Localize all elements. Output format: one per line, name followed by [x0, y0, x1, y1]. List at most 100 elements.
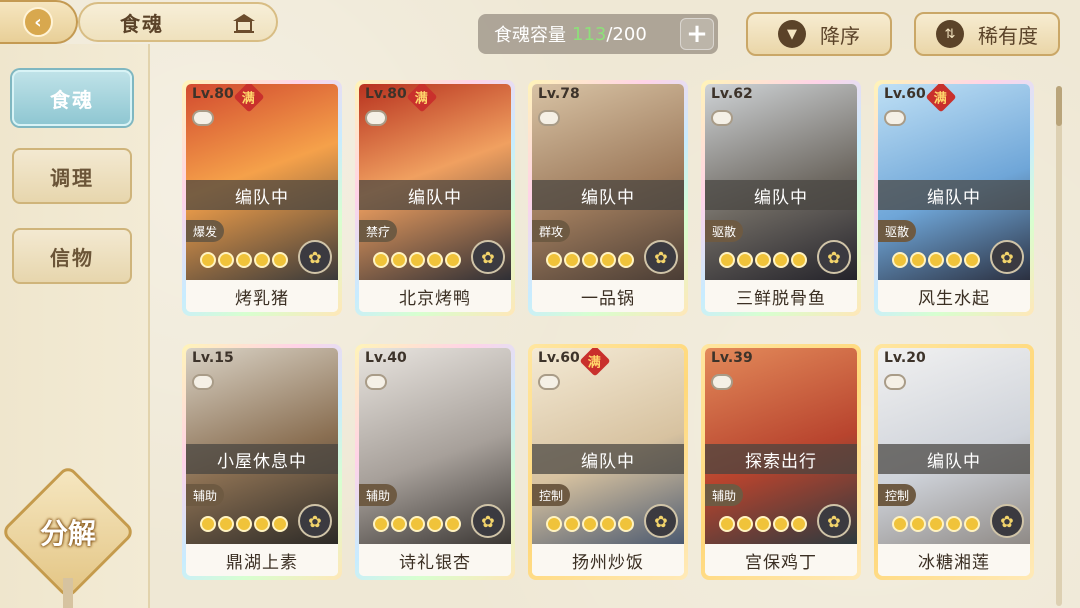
card-name: 扬州炒饭: [532, 544, 684, 576]
card-role-badge: 辅助: [359, 484, 397, 506]
sort-order-button[interactable]: ▼ 降序: [746, 12, 892, 56]
food-soul-card[interactable]: Lv.80 满 编队中 爆发 ✿ 烤乳猪: [182, 80, 342, 316]
sort-rarity-button[interactable]: ⇅ 稀有度: [914, 12, 1060, 56]
card-role-badge: 辅助: [705, 484, 743, 506]
card-inner: Lv.20 编队中 控制 ✿ 冰糖湘莲: [878, 348, 1030, 576]
star-icon: [218, 252, 234, 268]
card-level: Lv.62: [711, 86, 753, 102]
card-inner: Lv.60 满 编队中 驱散 ✿ 风生水起: [878, 84, 1030, 312]
star-rating: [200, 252, 288, 268]
card-inner: Lv.15 小屋休息中 辅助 ✿ 鼎湖上素: [186, 348, 338, 576]
chat-bubble-icon: [711, 110, 733, 126]
card-name: 风生水起: [878, 280, 1030, 312]
card-inner: Lv.62 编队中 驱散 ✿ 三鲜脱骨鱼: [705, 84, 857, 312]
skill-emblem-icon: ✿: [471, 240, 505, 274]
food-soul-card[interactable]: Lv.60 满 编队中 驱散 ✿ 风生水起: [874, 80, 1034, 316]
star-icon: [254, 252, 270, 268]
star-icon: [254, 516, 270, 532]
sort-arrows-icon: ⇅: [936, 20, 964, 48]
pavilion-icon[interactable]: [232, 12, 256, 34]
tab-token[interactable]: 信物: [12, 228, 132, 284]
card-name: 三鲜脱骨鱼: [705, 280, 857, 312]
chat-bubble-icon: [192, 374, 214, 390]
star-icon: [427, 252, 443, 268]
star-icon: [582, 516, 598, 532]
star-icon: [791, 252, 807, 268]
card-role-badge: 辅助: [186, 484, 224, 506]
star-rating: [719, 516, 807, 532]
star-icon: [719, 252, 735, 268]
star-rating: [373, 516, 461, 532]
food-soul-card[interactable]: Lv.39 探索出行 辅助 ✿ 宫保鸡丁: [701, 344, 861, 580]
card-inner: Lv.80 满 编队中 爆发 ✿ 烤乳猪: [186, 84, 338, 312]
capacity-max: /200: [606, 23, 647, 45]
star-icon: [236, 252, 252, 268]
chat-bubble-icon: [365, 374, 387, 390]
add-capacity-button[interactable]: +: [680, 18, 714, 50]
capacity-display: 食魂容量 113 /200 +: [478, 14, 718, 54]
food-soul-card[interactable]: Lv.15 小屋休息中 辅助 ✿ 鼎湖上素: [182, 344, 342, 580]
star-icon: [391, 516, 407, 532]
star-icon: [618, 516, 634, 532]
star-icon: [755, 252, 771, 268]
title-bar: 食魂: [78, 2, 278, 42]
star-icon: [546, 516, 562, 532]
card-level: Lv.60: [538, 350, 580, 366]
star-rating: [373, 252, 461, 268]
food-soul-card[interactable]: Lv.20 编队中 控制 ✿ 冰糖湘莲: [874, 344, 1034, 580]
max-level-label: 满: [242, 91, 256, 107]
card-level: Lv.80: [365, 86, 407, 102]
food-soul-card[interactable]: Lv.78 编队中 群攻 ✿ 一品锅: [528, 80, 688, 316]
star-rating: [546, 516, 634, 532]
card-role-badge: 驱散: [705, 220, 743, 242]
chat-bubble-icon: [538, 110, 560, 126]
star-icon: [755, 516, 771, 532]
card-level: Lv.39: [711, 350, 753, 366]
card-name: 鼎湖上素: [186, 544, 338, 576]
star-icon: [892, 252, 908, 268]
star-icon: [445, 516, 461, 532]
sort-order-label: 降序: [820, 23, 860, 48]
back-button[interactable]: ‹: [0, 0, 78, 44]
page-title: 食魂: [120, 11, 164, 36]
card-level: Lv.80: [192, 86, 234, 102]
card-status: 编队中: [532, 444, 684, 474]
scrollbar-thumb[interactable]: [1056, 86, 1062, 126]
food-soul-card[interactable]: Lv.80 满 编队中 禁疗 ✿ 北京烤鸭: [355, 80, 515, 316]
card-level: Lv.78: [538, 86, 580, 102]
star-icon: [409, 516, 425, 532]
skill-emblem-icon: ✿: [644, 240, 678, 274]
card-level: Lv.40: [365, 350, 407, 366]
scrollbar[interactable]: [1056, 86, 1062, 606]
star-rating: [892, 516, 980, 532]
star-icon: [272, 252, 288, 268]
skill-emblem-icon: ✿: [817, 504, 851, 538]
star-icon: [737, 516, 753, 532]
tab-recipe[interactable]: 调理: [12, 148, 132, 204]
card-level: Lv.20: [884, 350, 926, 366]
card-name: 冰糖湘莲: [878, 544, 1030, 576]
star-rating: [719, 252, 807, 268]
skill-emblem-icon: ✿: [817, 240, 851, 274]
decompose-button[interactable]: 分解: [20, 484, 116, 580]
sort-rarity-label: 稀有度: [978, 23, 1038, 48]
chat-bubble-icon: [884, 110, 906, 126]
tab-food-soul[interactable]: 食魂: [12, 70, 132, 126]
card-inner: Lv.78 编队中 群攻 ✿ 一品锅: [532, 84, 684, 312]
decompose-label: 分解: [39, 517, 96, 550]
star-icon: [892, 516, 908, 532]
card-status: 编队中: [878, 180, 1030, 210]
star-icon: [719, 516, 735, 532]
food-soul-card[interactable]: Lv.60 满 编队中 控制 ✿ 扬州炒饭: [528, 344, 688, 580]
food-soul-card[interactable]: Lv.62 编队中 驱散 ✿ 三鲜脱骨鱼: [701, 80, 861, 316]
star-icon: [272, 516, 288, 532]
star-icon: [427, 516, 443, 532]
chat-bubble-icon: [538, 374, 560, 390]
star-icon: [564, 252, 580, 268]
skill-emblem-icon: ✿: [298, 240, 332, 274]
star-icon: [910, 252, 926, 268]
star-icon: [445, 252, 461, 268]
tab-label: 调理: [50, 165, 94, 190]
star-icon: [600, 252, 616, 268]
food-soul-card[interactable]: Lv.40 辅助 ✿ 诗礼银杏: [355, 344, 515, 580]
